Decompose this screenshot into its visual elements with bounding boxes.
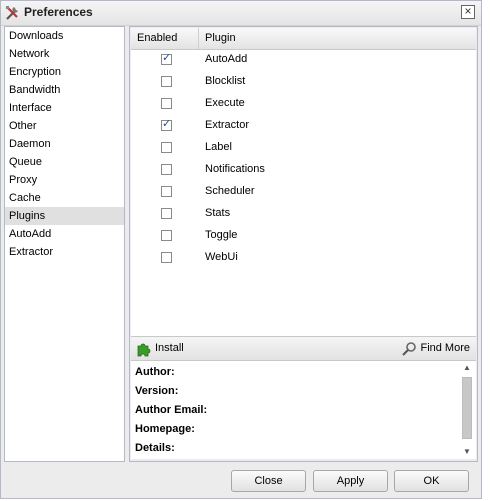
details-scrollbar[interactable]: ▲ ▼ <box>461 363 473 457</box>
install-button[interactable]: Install <box>136 340 184 357</box>
plugin-toolbar: Install Find More <box>131 336 476 361</box>
plugin-enabled-checkbox[interactable] <box>161 98 172 109</box>
checkmark-icon: ✓ <box>162 118 172 130</box>
plugin-name: Label <box>205 141 232 153</box>
plugin-enabled-checkbox[interactable] <box>161 164 172 175</box>
category-item-downloads[interactable]: Downloads <box>5 27 124 45</box>
magnifier-icon <box>402 342 417 356</box>
category-list: Downloads Network Encryption Bandwidth Inter… <box>4 26 125 462</box>
window-title: Preferences <box>24 5 93 19</box>
plugin-enabled-checkbox[interactable] <box>161 252 172 263</box>
category-item-autoadd[interactable]: AutoAdd <box>5 225 124 243</box>
plugin-row[interactable]: ✓ Extractor <box>131 116 476 138</box>
category-item-extractor[interactable]: Extractor <box>5 243 124 261</box>
plugin-name: Extractor <box>205 119 250 131</box>
ok-button[interactable]: OK <box>394 470 469 492</box>
plugins-grid: Enabled Plugin ✓ AutoAdd Blocklist Execute ✓… <box>131 28 476 336</box>
plugin-name: AutoAdd <box>205 53 248 65</box>
column-header-enabled[interactable]: Enabled <box>131 28 199 49</box>
grid-header: Enabled Plugin <box>131 28 476 50</box>
plugin-details: Author: Version: Author Email: Homepage:… <box>131 361 476 459</box>
plugin-row[interactable]: ✓ AutoAdd <box>131 50 476 72</box>
plugin-row[interactable]: Blocklist <box>131 72 476 94</box>
plugin-row[interactable]: Label <box>131 138 476 160</box>
category-item-daemon[interactable]: Daemon <box>5 135 124 153</box>
category-item-queue[interactable]: Queue <box>5 153 124 171</box>
plugin-name: Execute <box>205 97 245 109</box>
category-item-interface[interactable]: Interface <box>5 99 124 117</box>
plugin-enabled-checkbox[interactable]: ✓ <box>161 52 172 65</box>
apply-button[interactable]: Apply <box>313 470 388 492</box>
plugin-row[interactable]: WebUi <box>131 248 476 270</box>
plugin-row[interactable]: Stats <box>131 204 476 226</box>
puzzle-icon <box>137 343 151 357</box>
author-email-label: Author Email: <box>135 404 208 416</box>
plugin-name: Toggle <box>205 229 238 241</box>
plugin-enabled-checkbox[interactable] <box>161 208 172 219</box>
title-bar[interactable]: Preferences × <box>1 1 481 26</box>
plugin-name: Blocklist <box>205 75 246 87</box>
preferences-tools-icon <box>6 6 18 20</box>
plugin-enabled-checkbox[interactable] <box>161 230 172 241</box>
category-item-proxy[interactable]: Proxy <box>5 171 124 189</box>
category-item-bandwidth[interactable]: Bandwidth <box>5 81 124 99</box>
find-more-button[interactable]: Find More <box>401 340 470 357</box>
plugin-name: Stats <box>205 207 231 219</box>
close-window-icon[interactable]: × <box>461 5 475 19</box>
plugin-enabled-checkbox[interactable]: ✓ <box>161 118 172 131</box>
plugin-enabled-checkbox[interactable] <box>161 142 172 153</box>
plugin-row[interactable]: Toggle <box>131 226 476 248</box>
category-item-network[interactable]: Network <box>5 45 124 63</box>
plugin-enabled-checkbox[interactable] <box>161 186 172 197</box>
plugin-name: Notifications <box>205 163 265 175</box>
scroll-thumb[interactable] <box>462 377 472 439</box>
plugins-panel: Enabled Plugin ✓ AutoAdd Blocklist Execute ✓… <box>129 26 478 462</box>
category-item-encryption[interactable]: Encryption <box>5 63 124 81</box>
plugin-row[interactable]: Notifications <box>131 160 476 182</box>
preferences-window: Preferences × Downloads Network Encryption… <box>0 0 482 499</box>
category-item-cache[interactable]: Cache <box>5 189 124 207</box>
plugin-enabled-checkbox[interactable] <box>161 76 172 87</box>
homepage-label: Homepage: <box>135 423 195 435</box>
scroll-up-icon[interactable]: ▲ <box>461 363 473 373</box>
plugin-name: WebUi <box>205 251 238 263</box>
column-header-plugin[interactable]: Plugin <box>205 28 236 49</box>
checkmark-icon: ✓ <box>162 52 172 64</box>
scroll-down-icon[interactable]: ▼ <box>461 447 473 457</box>
author-label: Author: <box>135 366 175 378</box>
category-item-other[interactable]: Other <box>5 117 124 135</box>
close-button[interactable]: Close <box>231 470 306 492</box>
plugin-row[interactable]: Execute <box>131 94 476 116</box>
category-item-plugins[interactable]: Plugins <box>5 207 124 225</box>
plugin-name: Scheduler <box>205 185 255 197</box>
install-label: Install <box>155 342 184 354</box>
version-label: Version: <box>135 385 179 397</box>
plugin-row[interactable]: Scheduler <box>131 182 476 204</box>
find-more-label: Find More <box>420 342 470 354</box>
details-label: Details: <box>135 442 175 454</box>
